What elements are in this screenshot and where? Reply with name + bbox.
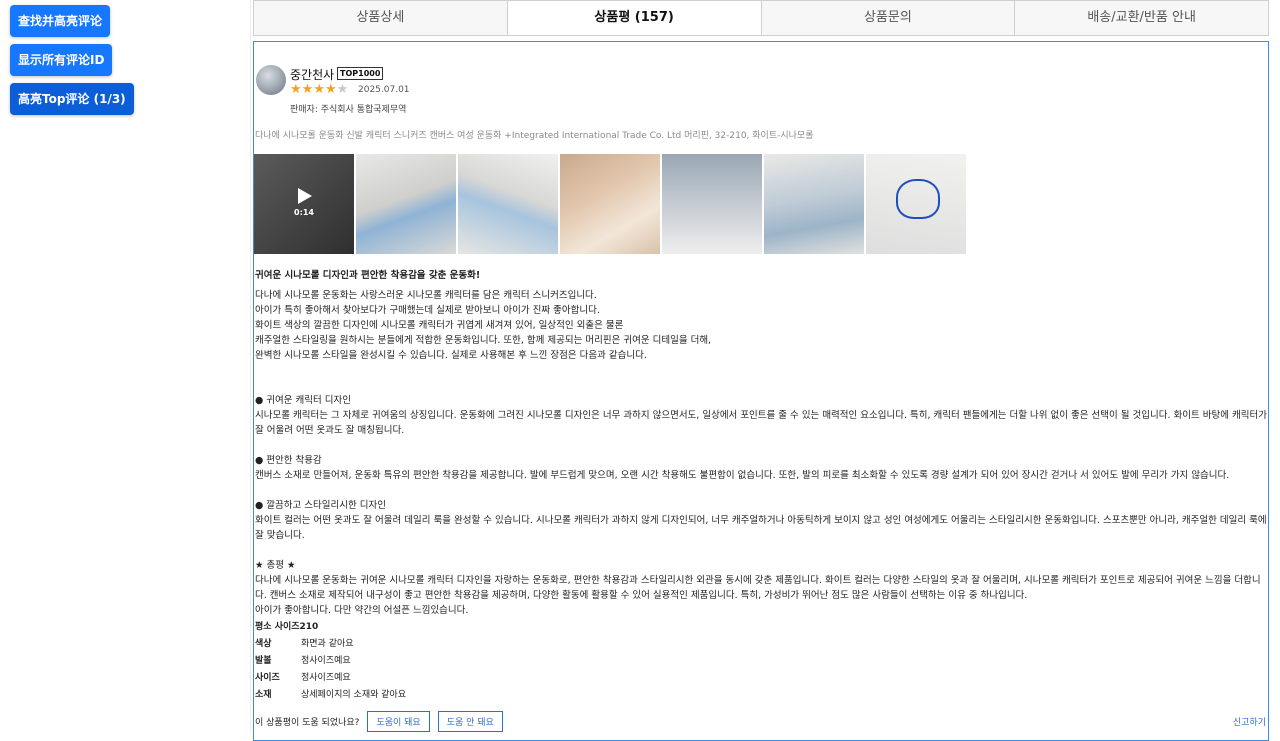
star-icon: ★	[290, 82, 302, 97]
review-photo[interactable]	[356, 154, 456, 254]
review-photo[interactable]	[764, 154, 864, 254]
review-photo[interactable]	[866, 154, 966, 254]
helpful-section: 이 상품평이 도움 되었나요? 도움이 돼요 도움 안 돼요	[255, 711, 503, 732]
review-date: 2025.07.01	[358, 85, 410, 95]
review-photo[interactable]	[458, 154, 558, 254]
review-body: 다나에 시나모롤 운동화는 사랑스러운 시나모롤 캐릭터를 담은 캐릭터 스니커…	[255, 290, 1267, 616]
tool-panel: 查找并高亮评论 显示所有评论ID 高亮Top评论 (1/3)	[0, 0, 251, 733]
character-doodle-icon	[896, 179, 940, 219]
review-headline: 귀여운 시나모롤 디자인과 편안한 착용감을 갖춘 운동화!	[255, 270, 481, 281]
attribute-row: 발볼 정사이즈예요	[255, 653, 406, 670]
review-attributes: 평소 사이즈210 색상 화면과 같아요 발볼 정사이즈예요 사이즈 정사이즈예…	[255, 619, 406, 704]
review-photo[interactable]	[662, 154, 762, 254]
report-link[interactable]: 신고하기	[1233, 715, 1266, 728]
play-icon	[298, 188, 312, 204]
usual-size: 평소 사이즈210	[255, 622, 319, 632]
attribute-key: 색상	[255, 639, 272, 649]
attribute-row: 소재 상세페이지의 소재와 같아요	[255, 687, 406, 704]
star-icon: ★	[313, 82, 325, 97]
tab-reviews[interactable]: 상품평 (157)	[507, 1, 762, 35]
attribute-value: 정사이즈예요	[301, 656, 351, 666]
helpful-no-button[interactable]: 도움 안 돼요	[437, 711, 503, 732]
rating-stars: ★★★★★	[290, 82, 348, 97]
reviewer-name: 중간천사	[290, 68, 335, 82]
show-review-ids-button[interactable]: 显示所有评论ID	[10, 44, 113, 76]
top-reviewer-badge: TOP1000	[337, 67, 384, 80]
attribute-value: 상세페이지의 소재와 같아요	[301, 690, 407, 700]
attribute-key: 소재	[255, 690, 272, 700]
helpful-yes-button[interactable]: 도움이 돼요	[367, 711, 430, 732]
tab-inquiry[interactable]: 상품문의	[762, 1, 1016, 35]
attribute-row: 색상 화면과 같아요	[255, 636, 406, 653]
attribute-key: 발볼	[255, 656, 272, 666]
helpful-question: 이 상품평이 도움 되었나요?	[255, 718, 360, 728]
attribute-key: 사이즈	[255, 673, 280, 683]
review-video-thumbnail[interactable]: 0:14	[254, 154, 354, 254]
seller-label: 판매자: 주식회사 통합국제무역	[290, 105, 407, 115]
video-duration: 0:14	[294, 208, 314, 217]
attribute-value: 화면과 같아요	[301, 639, 354, 649]
tab-product-detail[interactable]: 상품상세	[254, 1, 508, 35]
star-icon: ★	[324, 82, 337, 97]
tab-shipping-return[interactable]: 배송/교환/반품 안내	[1015, 1, 1268, 35]
review-card: 중간천사 TOP1000 ★★★★★ 2025.07.01 판매자: 주식회사 …	[253, 41, 1269, 741]
star-icon: ★	[301, 82, 314, 97]
find-highlight-button[interactable]: 查找并高亮评论	[10, 5, 111, 37]
highlight-top-reviews-button[interactable]: 高亮Top评论 (1/3)	[10, 83, 134, 115]
product-option: 다나에 시나모롤 운동화 신발 캐릭터 스니커즈 캔버스 여성 운동화 +Int…	[255, 131, 814, 141]
attribute-row: 사이즈 정사이즈예요	[255, 670, 406, 687]
review-photo-strip: 0:14	[254, 154, 966, 254]
star-empty-icon: ★	[336, 82, 349, 97]
review-photo[interactable]	[560, 154, 660, 254]
product-tabs: 상품상세 상품평 (157) 상품문의 배송/교환/반품 안내	[253, 0, 1269, 36]
attribute-value: 정사이즈예요	[301, 673, 351, 683]
avatar	[256, 65, 286, 95]
